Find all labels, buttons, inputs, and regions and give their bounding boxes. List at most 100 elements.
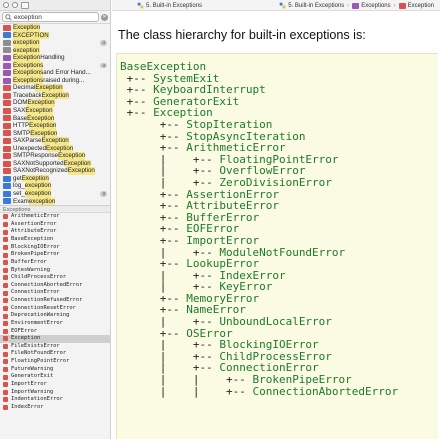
result-match-highlight: exception	[13, 46, 40, 55]
exception-list-item[interactable]: ConnectionAbortedError	[0, 282, 110, 290]
exception-list-item[interactable]: ConnectionError	[0, 289, 110, 297]
exceptions-index-list: ArithmeticError AssertionError AttributeEr…	[0, 213, 110, 411]
clear-search-icon[interactable]: ✕	[101, 13, 108, 21]
exception-type-icon	[398, 2, 406, 9]
exception-type-icon	[3, 237, 8, 243]
exception-list-item[interactable]: BlockingIOError	[0, 244, 110, 252]
result-text-prefix: SAXParse	[13, 137, 42, 145]
exception-list-label: EOFError	[11, 327, 37, 334]
result-type-icon	[3, 198, 11, 205]
exception-list-item[interactable]: ArithmeticError	[0, 213, 110, 221]
result-match-highlight: Exception	[13, 54, 41, 62]
search-result-item[interactable]: exception	[0, 46, 110, 55]
doc-toolbar: 5. Built-in Exceptions 5. Built-in Excep…	[112, 0, 440, 11]
exception-list-item[interactable]: FileNotFoundError	[0, 350, 110, 358]
exception-list-item[interactable]: AssertionError	[0, 221, 110, 229]
search-result-item[interactable]: SMTPResponse Exception	[0, 152, 110, 160]
breadcrumb-item[interactable]: Exception	[398, 2, 434, 9]
doc-tab[interactable]: 5. Built-in Exceptions	[132, 1, 207, 10]
code-line: | | +-- ConnectionAbortedError	[120, 384, 438, 398]
result-match-highlight: exception	[24, 190, 52, 198]
search-result-item[interactable]: Unexpected Exception	[0, 144, 110, 153]
search-result-item[interactable]: HTTP Exception	[0, 122, 110, 130]
python-doc-icon	[137, 2, 144, 9]
exception-list-item[interactable]: BaseException	[0, 236, 110, 244]
window-minimize-icon[interactable]	[12, 2, 18, 8]
exception-list-label: BufferError	[11, 258, 47, 265]
exception-list-item[interactable]: FloatingPointError	[0, 358, 110, 366]
search-result-item[interactable]: SAX Exception	[0, 107, 110, 115]
search-result-item[interactable]: exception 4	[0, 39, 110, 47]
exception-type-icon	[3, 405, 8, 411]
exception-list-label: ConnectionAbortedError	[11, 281, 83, 288]
exception-list-item[interactable]: EOFError	[0, 328, 110, 336]
result-match-highlight: Exception	[25, 107, 53, 115]
search-result-item[interactable]: Traceback Exception	[0, 91, 110, 100]
result-count-badge: 4	[100, 40, 107, 46]
exception-list-item[interactable]: Exception	[0, 335, 110, 343]
breadcrumb-section[interactable]: Exceptions	[352, 2, 391, 9]
exception-list-item[interactable]: GeneratorExit	[0, 373, 110, 381]
exception-list-item[interactable]: FileExistsError	[0, 343, 110, 351]
exception-list-item[interactable]: IndentationError	[0, 396, 110, 404]
result-type-icon	[3, 160, 11, 167]
result-type-icon	[3, 107, 11, 114]
exception-type-icon	[3, 229, 8, 235]
exception-list-item[interactable]: EnvironmentError	[0, 320, 110, 328]
exception-list-item[interactable]: AttributeError	[0, 228, 110, 236]
exception-class-name: ConnectionAbortedError	[252, 384, 399, 398]
exception-type-icon	[3, 305, 8, 311]
search-result-item[interactable]: Decimal Exception	[0, 84, 110, 92]
exception-list-item[interactable]: FutureWarning	[0, 366, 110, 374]
search-result-item[interactable]: Base Exception	[0, 114, 110, 123]
exception-list-item[interactable]: BytesWarning	[0, 267, 110, 275]
search-result-item[interactable]: Exceptions and Error Hand...	[0, 69, 110, 77]
search-result-item[interactable]: Exam exception	[0, 197, 110, 206]
result-match-highlight: Exception	[46, 144, 74, 153]
result-match-highlight: Exceptions	[13, 61, 44, 70]
search-result-item[interactable]: SAXNotSupported Exception	[0, 159, 110, 168]
result-text-prefix: Decimal	[13, 84, 36, 92]
search-result-item[interactable]: SMTP Exception	[0, 129, 110, 138]
exception-list-item[interactable]: BufferError	[0, 259, 110, 267]
search-result-item[interactable]: set_ exception 3	[0, 190, 110, 198]
exception-list-item[interactable]: ConnectionRefusedError	[0, 297, 110, 305]
search-result-item[interactable]: Exception	[0, 24, 110, 32]
search-result-item[interactable]: EXCEPTION	[0, 31, 110, 40]
result-match-highlight: Exception	[58, 152, 86, 160]
search-result-item[interactable]: DOM Exception	[0, 99, 110, 108]
exception-list-item[interactable]: ConnectionResetError	[0, 305, 110, 313]
exception-list-label: IndexError	[11, 403, 44, 410]
search-box[interactable]	[2, 12, 99, 22]
exception-list-item[interactable]: BrokenPipeError	[0, 251, 110, 259]
exception-list-item[interactable]: IndexError	[0, 404, 110, 412]
breadcrumb-page[interactable]: 5. Built-in Exceptions	[279, 2, 344, 9]
exception-list-label: EnvironmentError	[11, 319, 63, 326]
search-result-item[interactable]: Exception Handling	[0, 54, 110, 62]
search-result-item[interactable]: Exceptions 4	[0, 61, 110, 70]
exception-list-item[interactable]: DeprecationWarning	[0, 312, 110, 320]
search-icon	[5, 13, 12, 21]
search-result-item[interactable]: Exceptions raised during...	[0, 76, 110, 85]
exception-list-item[interactable]: ImportWarning	[0, 389, 110, 397]
exception-list-item[interactable]: ChildProcessError	[0, 274, 110, 282]
exception-type-icon	[3, 374, 8, 380]
result-match-highlight: exception	[13, 39, 40, 47]
result-match-highlight: exception	[28, 197, 56, 206]
result-match-highlight: Exception	[41, 137, 69, 145]
search-result-item[interactable]: SAXParse Exception	[0, 137, 110, 145]
exception-type-icon	[3, 366, 8, 372]
exception-list-label: ConnectionRefusedError	[11, 297, 83, 303]
search-result-item[interactable]: log_ exception	[0, 182, 110, 191]
search-result-item[interactable]: get Exception	[0, 174, 110, 183]
result-type-icon	[3, 32, 11, 39]
exception-type-icon	[3, 260, 8, 266]
result-type-icon	[3, 175, 11, 182]
exception-list-item[interactable]: ImportError	[0, 381, 110, 389]
window-close-icon[interactable]	[3, 2, 9, 8]
toggle-sidebar-icon[interactable]	[21, 1, 29, 9]
search-input[interactable]	[14, 13, 84, 21]
sidebar: ✕ ExceptionEXCEPTIONexception4exceptionE…	[0, 0, 111, 439]
search-result-item[interactable]: SAXNotRecognized Exception	[0, 167, 110, 175]
exception-type-icon	[3, 275, 8, 281]
